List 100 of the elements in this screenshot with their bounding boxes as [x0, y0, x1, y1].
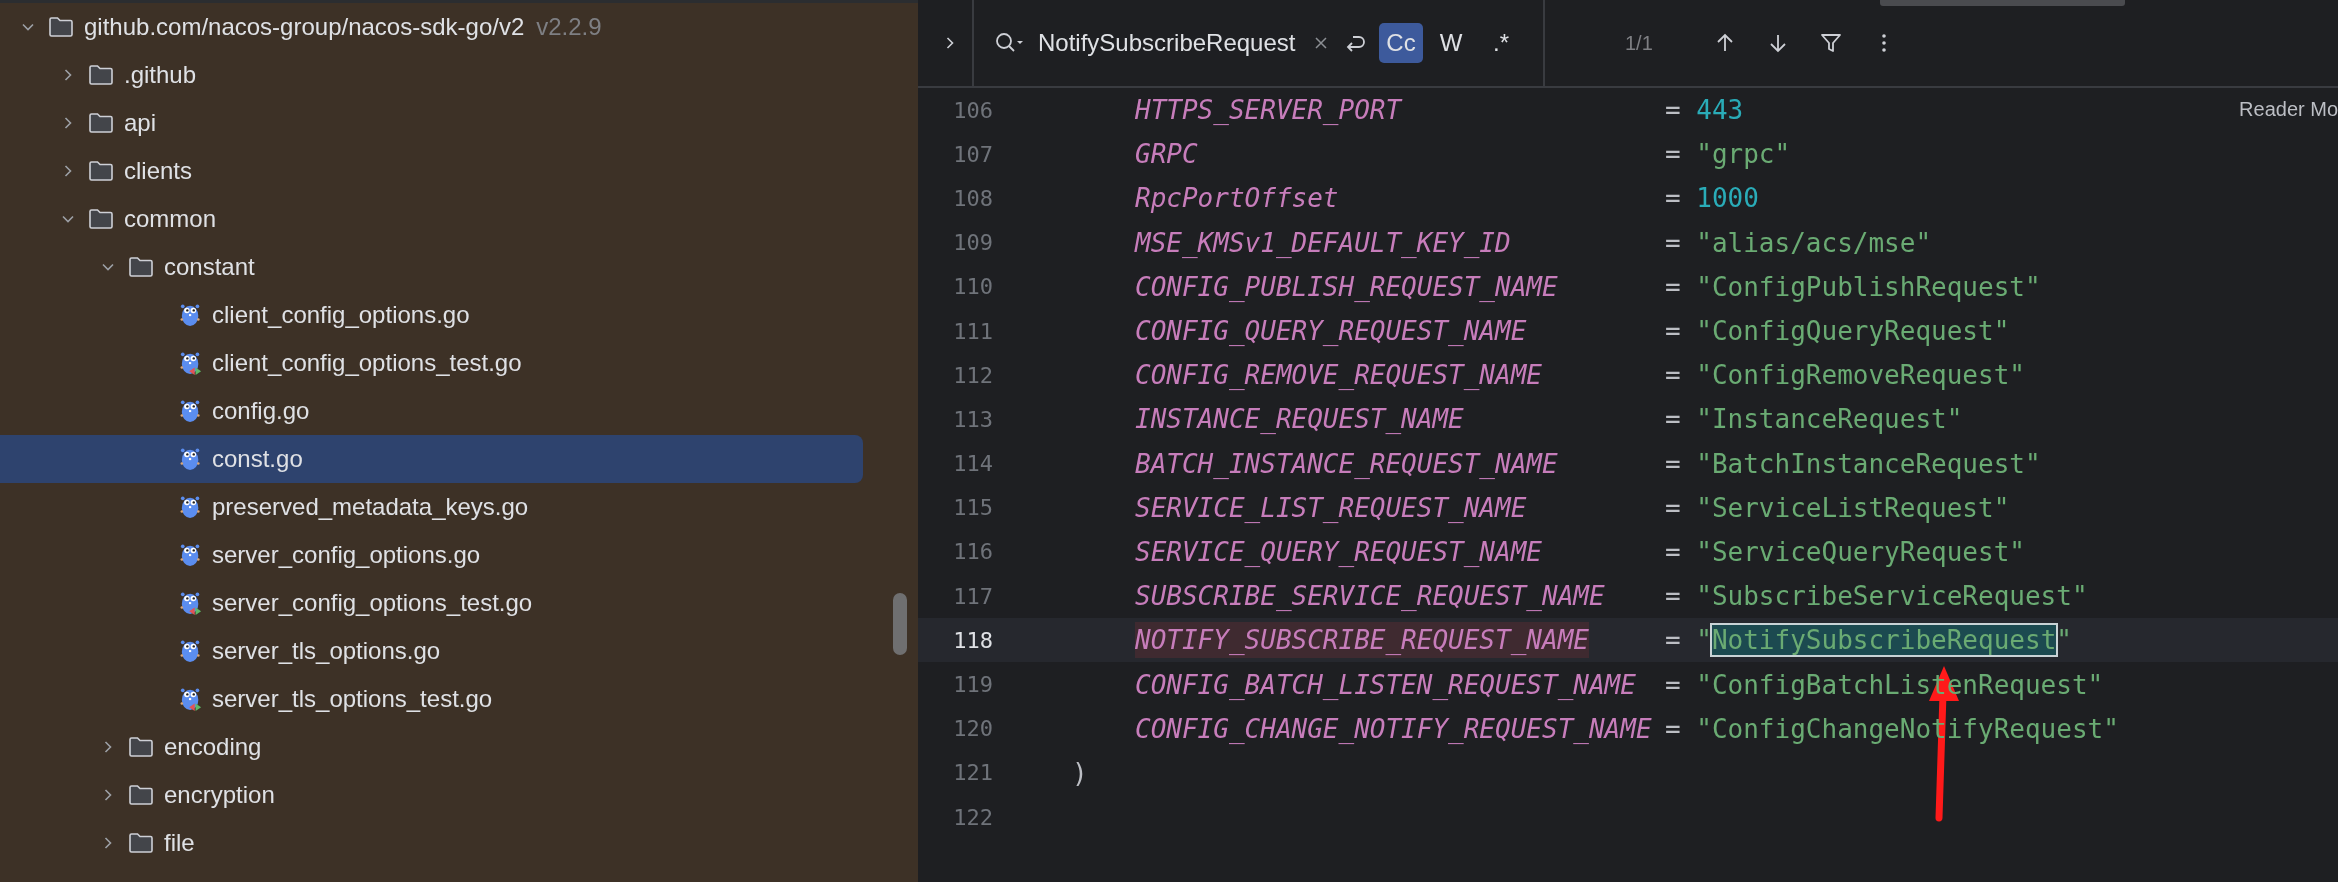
tree-item[interactable]: server_tls_options_test.go [0, 675, 863, 723]
gopher-icon [180, 302, 202, 328]
reader-mode-label[interactable]: Reader Mo [2239, 98, 2338, 121]
line-number: 112 [952, 362, 993, 388]
number-literal: 443 [1696, 95, 1744, 126]
tree-item[interactable]: clients [0, 147, 863, 195]
equals-sign: = [1665, 316, 1681, 347]
constant-name: NOTIFY_SUBSCRIBE_REQUEST_NAME [1135, 622, 1589, 659]
constant-name: INSTANCE_REQUEST_NAME [1135, 404, 1464, 435]
tree-item[interactable]: const.go [0, 435, 863, 483]
search-option-toggle[interactable]: Cc [1379, 23, 1423, 63]
equals-sign: = [1665, 404, 1681, 435]
string-literal: "ConfigQueryRequest" [1696, 316, 2010, 347]
tree-item[interactable]: server_tls_options.go [0, 627, 863, 675]
tree-item[interactable]: .github [0, 51, 863, 99]
constant-name: CONFIG_CHANGE_NOTIFY_REQUEST_NAME [1135, 713, 1652, 744]
tree-item-label: encryption [164, 781, 275, 809]
folder-icon [128, 256, 154, 278]
equals-sign: = [1665, 139, 1681, 170]
folder-icon [88, 112, 114, 134]
line-number: 106 [952, 97, 993, 123]
tree-item[interactable]: client_config_options.go [0, 291, 863, 339]
string-literal: "ServiceListRequest" [1696, 492, 2010, 523]
equals-sign: = [1665, 581, 1681, 612]
search-option-toggle[interactable]: .* [1479, 23, 1523, 63]
tree-item[interactable]: file [0, 819, 863, 867]
folder-icon [88, 208, 114, 230]
equals-sign: = [1665, 669, 1681, 700]
tree-item[interactable]: common [0, 195, 863, 243]
tree-item[interactable]: encryption [0, 771, 863, 819]
line-number: 114 [952, 451, 993, 477]
constant-name: SERVICE_LIST_REQUEST_NAME [1135, 492, 1527, 523]
tree-item[interactable]: server_config_options.go [0, 531, 863, 579]
constant-name: SERVICE_QUERY_REQUEST_NAME [1135, 536, 1542, 567]
string-literal: "grpc" [1696, 139, 1791, 170]
string-literal: "alias/acs/mse" [1696, 227, 1932, 258]
folder-icon [48, 16, 74, 38]
string-literal: "ServiceQueryRequest" [1696, 536, 2025, 567]
tree-item[interactable]: api [0, 99, 863, 147]
result-count: 1/1 [1625, 31, 1653, 55]
filter-icon[interactable] [1818, 31, 1843, 55]
line-number: 122 [952, 804, 993, 830]
gopher-test-icon [180, 590, 202, 616]
tree-item-label: config.go [212, 397, 310, 425]
gopher-test-icon [180, 350, 202, 376]
line-number: 110 [952, 274, 993, 300]
tree-item[interactable]: client_config_options_test.go [0, 339, 863, 387]
line-number: 119 [952, 672, 993, 698]
tree-item-label: server_tls_options.go [212, 637, 441, 665]
tree-item-label: clients [124, 157, 193, 185]
constant-name: SUBSCRIBE_SERVICE_REQUEST_NAME [1135, 581, 1605, 612]
tree-item-label: server_config_options.go [212, 541, 481, 569]
line-number: 113 [952, 406, 993, 432]
constant-name: GRPC [1135, 139, 1198, 170]
search-option-toggle[interactable]: W [1429, 23, 1473, 63]
equals-sign: = [1665, 95, 1681, 126]
tree-item[interactable]: encoding [0, 723, 863, 771]
equals-sign: = [1665, 713, 1681, 744]
constant-name: CONFIG_QUERY_REQUEST_NAME [1135, 316, 1527, 347]
tree-item[interactable]: constant [0, 243, 863, 291]
tree-item[interactable]: preserved_metadata_keys.go [0, 483, 863, 531]
scrollbar-thumb[interactable] [893, 593, 907, 655]
folder-icon [88, 160, 114, 182]
gopher-test-icon [180, 686, 202, 712]
string-literal: "SubscribeServiceRequest" [1696, 581, 2088, 612]
clear-icon[interactable] [1313, 35, 1329, 51]
folder-icon [88, 64, 114, 86]
constant-name: CONFIG_PUBLISH_REQUEST_NAME [1135, 271, 1558, 302]
string-literal: "BatchInstanceRequest" [1696, 448, 2041, 479]
tree-item[interactable]: github.com/nacos-group/nacos-sdk-go/v2 v2.2.9 [0, 3, 863, 51]
constant-name: MSE_KMSv1_DEFAULT_KEY_ID [1135, 227, 1511, 258]
line-number: 120 [952, 716, 993, 742]
equals-sign: = [1665, 492, 1681, 523]
tree-item[interactable]: server_config_options_test.go [0, 579, 863, 627]
line-number: 115 [952, 495, 993, 521]
constant-name: CONFIG_REMOVE_REQUEST_NAME [1135, 360, 1542, 391]
constant-name: CONFIG_BATCH_LISTEN_REQUEST_NAME [1135, 669, 1636, 700]
tree-item-label: client_config_options_test.go [212, 349, 522, 377]
tree-item-label: encoding [164, 733, 262, 761]
line-number: 121 [952, 760, 993, 786]
closing-paren: ) [1072, 757, 1088, 788]
line-number: 109 [952, 230, 993, 256]
line-number: 117 [952, 583, 993, 609]
gopher-icon [180, 542, 202, 568]
tree-item-label: github.com/nacos-group/nacos-sdk-go/v2 [84, 13, 525, 41]
folder-icon [128, 832, 154, 854]
tree-item-label: client_config_options.go [212, 301, 470, 329]
folder-icon [128, 736, 154, 758]
equals-sign: = [1665, 536, 1681, 567]
constant-name: BATCH_INSTANCE_REQUEST_NAME [1135, 448, 1558, 479]
line-number: 111 [952, 318, 993, 344]
string-literal: "InstanceRequest" [1696, 404, 1963, 435]
constant-name: RpcPortOffset [1135, 183, 1339, 214]
version-label: v2.2.9 [536, 13, 602, 41]
scrollbar-thumb[interactable] [1880, 0, 2125, 6]
search-field[interactable]: NotifySubscribeRequest [1038, 29, 1313, 57]
equals-sign: = [1665, 183, 1681, 214]
tree-item[interactable]: config.go [0, 387, 863, 435]
gopher-icon [180, 398, 202, 424]
equals-sign: = [1665, 448, 1681, 479]
